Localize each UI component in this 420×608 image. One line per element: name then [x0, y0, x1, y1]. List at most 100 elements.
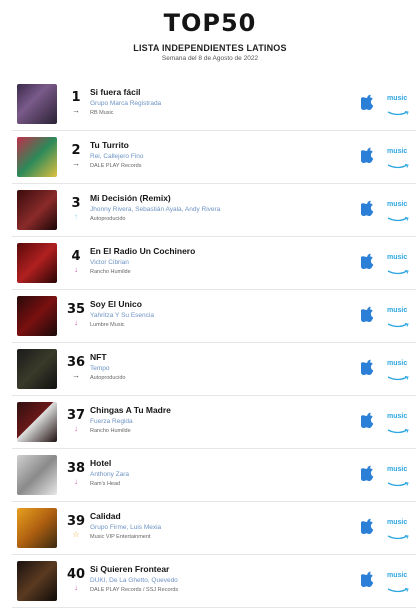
artist-name[interactable]: Yahritza Y Su Esencia [90, 312, 350, 319]
amazon-music-icon[interactable]: music [387, 360, 413, 381]
apple-music-icon[interactable] [358, 94, 375, 111]
amazon-music-text: music [387, 413, 408, 420]
song-title[interactable]: Chingas A Tu Madre [90, 405, 350, 415]
chart-entry-39[interactable]: 39 ☆ Calidad Grupo Firme, Luis Mexia Mus… [12, 502, 416, 555]
trend-new-icon: ☆ [72, 530, 80, 539]
artist-name[interactable]: Grupo Firme, Luis Mexia [90, 524, 350, 531]
amazon-smile-icon [387, 588, 409, 593]
amazon-music-icon[interactable]: music [387, 201, 413, 222]
artist-name[interactable]: Rei, Callejero Fino [90, 153, 350, 160]
trend-down-icon: ↓ [74, 424, 78, 433]
apple-music-icon[interactable] [358, 147, 375, 164]
trend-down-icon: ↓ [74, 265, 78, 274]
record-label: Rancho Humilde [90, 269, 131, 275]
rank-number: 40 [66, 567, 86, 582]
apple-music-icon[interactable] [358, 200, 375, 217]
amazon-music-icon[interactable]: music [387, 413, 413, 434]
album-cover[interactable] [17, 84, 57, 124]
chart-entry-37[interactable]: 37 ↓ Chingas A Tu Madre Fuerza Regida Ra… [12, 396, 416, 449]
amazon-smile-icon [387, 376, 409, 381]
artist-name[interactable]: Jhonny Rivera, Sebastián Ayala, Andy Riv… [90, 206, 350, 213]
amazon-music-text: music [387, 360, 408, 367]
apple-music-icon[interactable] [358, 571, 375, 588]
amazon-smile-icon [387, 111, 409, 116]
amazon-music-icon[interactable]: music [387, 148, 413, 169]
song-title[interactable]: Si Quieren Frontear [90, 564, 350, 574]
album-cover[interactable] [17, 455, 57, 495]
entry-info: Chingas A Tu Madre Fuerza Regida Rancho … [90, 405, 350, 434]
entry-info: En El Radio Un Cochinero Victor Cibrian … [90, 246, 350, 275]
song-title[interactable]: Mi Decisión (Remix) [90, 193, 350, 203]
artist-name[interactable]: Anthony Zara [90, 471, 350, 478]
apple-music-icon[interactable] [358, 412, 375, 429]
record-label: DALE PLAY Records [90, 163, 142, 169]
chart-entry-38[interactable]: 38 ↓ Hotel Anthony Zara Ram's Head music [12, 449, 416, 502]
amazon-music-icon[interactable]: music [387, 307, 413, 328]
song-title[interactable]: Si fuera fácil [90, 87, 350, 97]
amazon-music-icon[interactable]: music [387, 254, 413, 275]
song-title[interactable]: Hotel [90, 458, 350, 468]
artist-name[interactable]: Grupo Marca Registrada [90, 100, 350, 107]
trend-same-icon: → [72, 106, 80, 115]
album-cover[interactable] [17, 402, 57, 442]
amazon-music-icon[interactable]: music [387, 95, 413, 116]
apple-music-icon[interactable] [358, 253, 375, 270]
song-title[interactable]: En El Radio Un Cochinero [90, 246, 350, 256]
song-title[interactable]: Tu Turrito [90, 140, 350, 150]
chart-entry-40[interactable]: 40 ↓ Si Quieren Frontear DUKI, De La Ghe… [12, 555, 416, 608]
song-title[interactable]: Calidad [90, 511, 350, 521]
chart-entry-2[interactable]: 2 → Tu Turrito Rei, Callejero Fino DALE … [12, 131, 416, 184]
apple-music-icon[interactable] [358, 465, 375, 482]
entry-info: Hotel Anthony Zara Ram's Head [90, 458, 350, 487]
record-label: Lumbre Music [90, 322, 125, 328]
amazon-smile-icon [387, 164, 409, 169]
amazon-music-text: music [387, 254, 408, 261]
apple-music-icon[interactable] [358, 306, 375, 323]
amazon-music-icon[interactable]: music [387, 572, 413, 593]
artist-name[interactable]: Tempo [90, 365, 350, 372]
album-cover[interactable] [17, 508, 57, 548]
artist-name[interactable]: Fuerza Regida [90, 418, 350, 425]
artist-name[interactable]: DUKI, De La Ghetto, Quevedo [90, 577, 350, 584]
record-label: RB Music [90, 110, 114, 116]
record-label: Rancho Humilde [90, 428, 131, 434]
entry-info: Soy El Unico Yahritza Y Su Esencia Lumbr… [90, 299, 350, 328]
chart-entry-1[interactable]: 1 → Si fuera fácil Grupo Marca Registrad… [12, 78, 416, 131]
amazon-music-icon[interactable]: music [387, 466, 413, 487]
rank-number: 35 [66, 302, 86, 317]
rank-number: 39 [66, 514, 86, 529]
trend-same-icon: → [72, 159, 80, 168]
trend-up-icon: ↑ [74, 212, 78, 221]
song-title[interactable]: Soy El Unico [90, 299, 350, 309]
amazon-music-icon[interactable]: music [387, 519, 413, 540]
album-cover[interactable] [17, 296, 57, 336]
album-cover[interactable] [17, 561, 57, 601]
album-cover[interactable] [17, 190, 57, 230]
apple-music-icon[interactable] [358, 359, 375, 376]
page-title: TOP50 [163, 9, 257, 37]
chart-entry-35[interactable]: 35 ↓ Soy El Unico Yahritza Y Su Esencia … [12, 290, 416, 343]
record-label: Ram's Head [90, 481, 121, 487]
apple-music-icon[interactable] [358, 518, 375, 535]
chart-header: TOP50 LISTA INDEPENDIENTES LATINOS Seman… [0, 0, 420, 78]
rank-number: 3 [71, 196, 81, 211]
amazon-music-text: music [387, 519, 408, 526]
amazon-music-text: music [387, 572, 408, 579]
album-cover[interactable] [17, 243, 57, 283]
amazon-smile-icon [387, 535, 409, 540]
amazon-smile-icon [387, 429, 409, 434]
album-cover[interactable] [17, 137, 57, 177]
amazon-music-text: music [387, 95, 408, 102]
chart-entry-3[interactable]: 3 ↑ Mi Decisión (Remix) Jhonny Rivera, S… [12, 184, 416, 237]
rank-number: 2 [71, 143, 81, 158]
trend-down-icon: ↓ [74, 477, 78, 486]
artist-name[interactable]: Victor Cibrian [90, 259, 350, 266]
entry-info: Si Quieren Frontear DUKI, De La Ghetto, … [90, 564, 350, 593]
song-title[interactable]: NFT [90, 352, 350, 362]
amazon-music-text: music [387, 307, 408, 314]
amazon-smile-icon [387, 482, 409, 487]
amazon-music-text: music [387, 148, 408, 155]
chart-entry-4[interactable]: 4 ↓ En El Radio Un Cochinero Victor Cibr… [12, 237, 416, 290]
chart-entry-36[interactable]: 36 → NFT Tempo Autoproducido music [12, 343, 416, 396]
album-cover[interactable] [17, 349, 57, 389]
